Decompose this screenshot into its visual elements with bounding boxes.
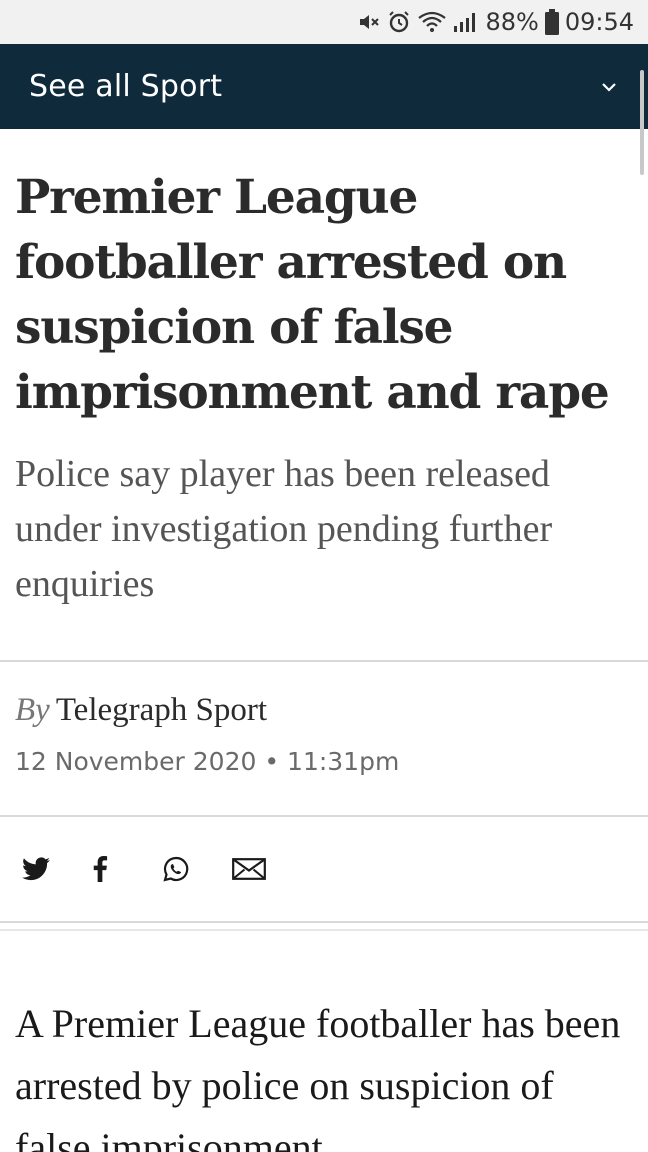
signal-icon <box>453 8 479 36</box>
mute-icon <box>357 8 381 36</box>
standfirst: Police say player has been released unde… <box>15 453 553 605</box>
scrollbar[interactable] <box>640 70 644 175</box>
time: 11:31pm <box>287 747 400 776</box>
article-header: Premier League footballer arrested on su… <box>0 129 648 612</box>
date: 12 November 2020 <box>15 747 257 776</box>
battery-percent: 88% <box>485 8 539 36</box>
battery-icon <box>544 8 559 36</box>
status-bar: 88% 09:54 <box>0 0 648 44</box>
clock: 09:54 <box>564 8 634 36</box>
headline: Premier League footballer arrested on su… <box>15 170 610 420</box>
twitter-icon[interactable] <box>20 844 90 894</box>
body-paragraph: A Premier League footballer has been arr… <box>15 1001 621 1152</box>
whatsapp-icon[interactable] <box>160 844 230 894</box>
divider <box>0 921 648 923</box>
section-nav[interactable]: See all Sport <box>0 44 648 129</box>
wifi-icon <box>417 8 447 36</box>
byline-block: By Telegraph Sport 12 November 2020 • 11:… <box>0 662 648 815</box>
author-link[interactable]: Telegraph Sport <box>56 692 267 728</box>
share-bar <box>0 817 648 921</box>
separator-dot: • <box>264 747 280 776</box>
chevron-down-icon[interactable] <box>598 76 620 98</box>
byline: By Telegraph Sport <box>15 692 633 729</box>
publish-date: 12 November 2020 • 11:31pm <box>15 747 633 776</box>
email-icon[interactable] <box>230 844 300 894</box>
see-all-sport-label[interactable]: See all Sport <box>29 69 222 104</box>
alarm-icon <box>387 8 411 36</box>
article-page: 88% 09:54 See all Sport Premier League f… <box>0 0 648 1152</box>
facebook-icon[interactable] <box>90 844 160 894</box>
byline-prefix: By <box>15 692 50 728</box>
article-body: A Premier League footballer has been arr… <box>0 931 648 1152</box>
